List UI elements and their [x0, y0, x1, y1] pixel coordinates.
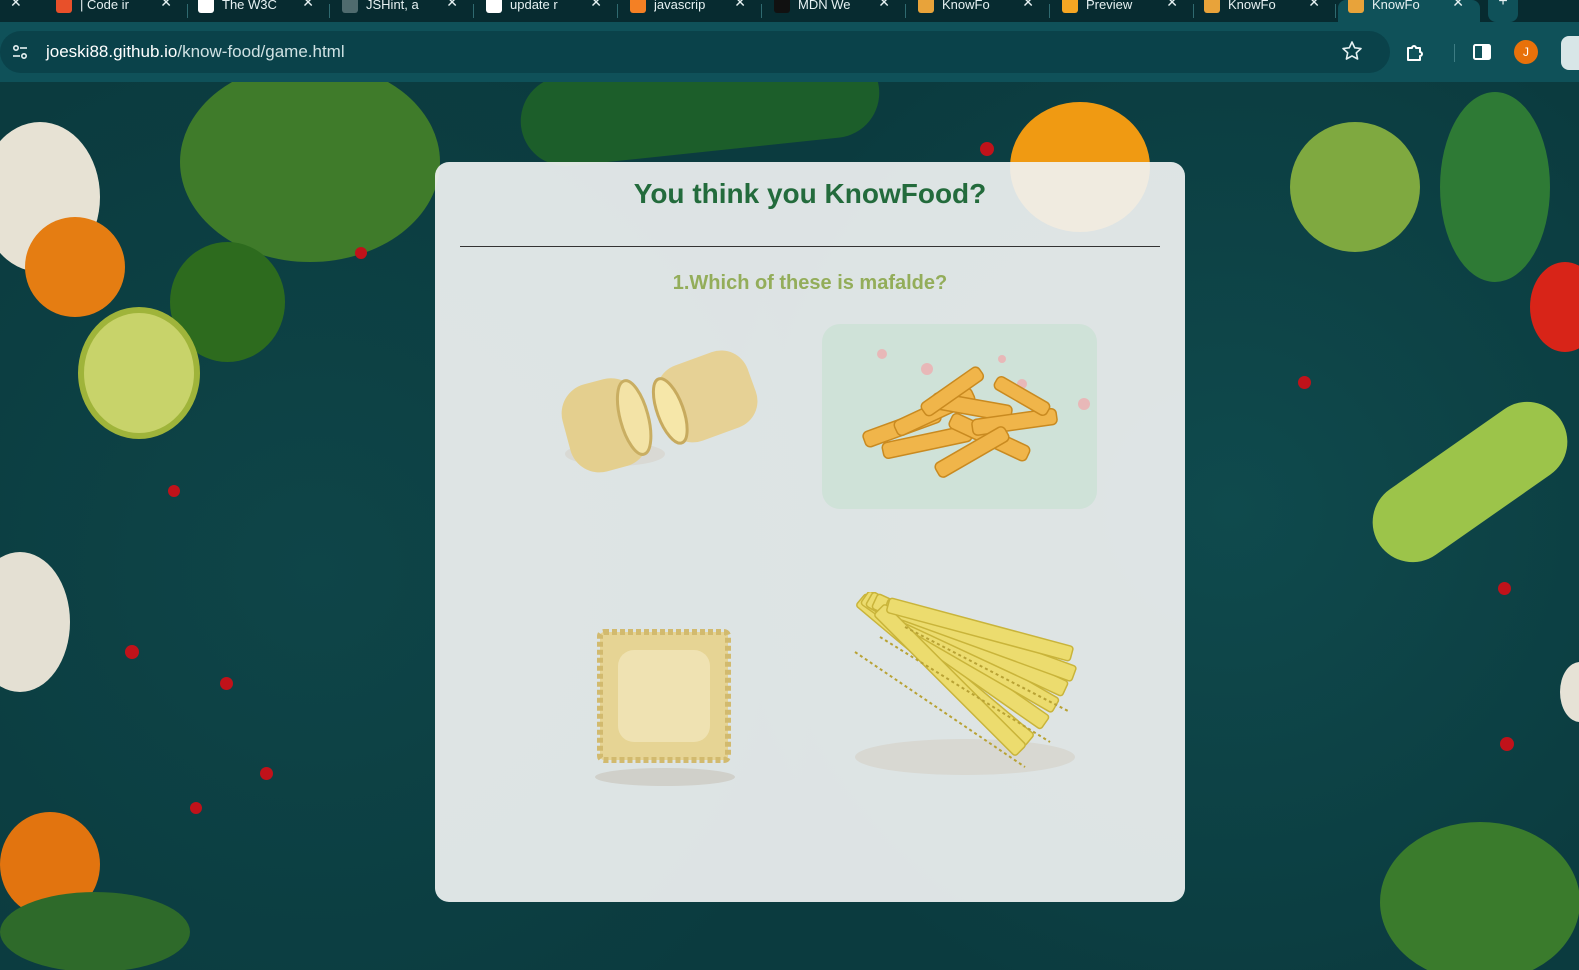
- tab-separator: [1049, 4, 1050, 18]
- toolbar-divider: [1454, 44, 1455, 62]
- browser-tab[interactable]: Preview ✕: [1052, 0, 1194, 22]
- tab-label: KnowFo: [942, 0, 990, 12]
- browser-tab[interactable]: update r ✕: [476, 0, 618, 22]
- tab-close-icon[interactable]: ✕: [302, 0, 314, 11]
- quiz-card: You think you KnowFood? 1.Which of these…: [435, 162, 1185, 902]
- tab-separator: [617, 4, 618, 18]
- tab-label: KnowFo: [1372, 0, 1420, 12]
- tab-separator: [473, 4, 474, 18]
- tab-label: MDN We: [798, 0, 851, 12]
- browser-tab[interactable]: JSHint, a ✕: [332, 0, 474, 22]
- browser-menu-edge[interactable]: [1561, 36, 1579, 70]
- tab-label: | Code ir: [80, 0, 129, 12]
- tab-separator: [1335, 4, 1336, 18]
- answer-choice-3[interactable]: [580, 622, 750, 792]
- browser-tab[interactable]: KnowFo ✕: [1338, 0, 1480, 22]
- browser-tab[interactable]: | Code ir ✕: [46, 0, 188, 22]
- tab-close-icon[interactable]: ✕: [1166, 0, 1178, 11]
- page-viewport: You think you KnowFood? 1.Which of these…: [0, 82, 1579, 970]
- burger-icon: [1348, 0, 1364, 13]
- tab-label: update r: [510, 0, 558, 12]
- extensions-puzzle-icon[interactable]: [1403, 40, 1427, 64]
- tab-close-icon[interactable]: ✕: [878, 0, 890, 11]
- tab-close-icon[interactable]: ✕: [1022, 0, 1034, 11]
- tab-close-icon[interactable]: ✕: [734, 0, 746, 11]
- browser-tab[interactable]: KnowFo ✕: [908, 0, 1050, 22]
- tab-separator: [761, 4, 762, 18]
- side-panel-icon[interactable]: [1470, 40, 1494, 64]
- title-divider: [460, 246, 1160, 247]
- url-host: joeski88.github.io: [46, 42, 178, 61]
- tab-separator: [905, 4, 906, 18]
- w3c-icon: [198, 0, 214, 13]
- url-text[interactable]: joeski88.github.io/know-food/game.html: [46, 42, 345, 62]
- tab-close-icon[interactable]: ✕: [160, 0, 172, 11]
- tab-close-icon[interactable]: ✕: [1308, 0, 1320, 11]
- close-icon[interactable]: ✕: [10, 0, 22, 11]
- penne-image: [822, 324, 1097, 509]
- jshint-icon: [342, 0, 358, 13]
- stackoverflow-icon: [630, 0, 646, 13]
- profile-avatar[interactable]: J: [1514, 40, 1538, 64]
- tab-close-icon[interactable]: ✕: [1452, 0, 1464, 11]
- tab-label: The W3C: [222, 0, 277, 12]
- browser-toolbar: joeski88.github.io/know-food/game.html J: [0, 22, 1579, 83]
- mdn-icon: [774, 0, 790, 13]
- tab-close-icon[interactable]: ✕: [590, 0, 602, 11]
- tab-strip: ✕ | Code ir ✕ The W3C ✕ JSHint, a ✕ update r ✕ j…: [0, 0, 1579, 22]
- codeanywhere-icon: [1062, 0, 1078, 13]
- browser-tab[interactable]: javascrip ✕: [620, 0, 762, 22]
- tab-close-icon[interactable]: ✕: [446, 0, 458, 11]
- paccheri-image: [561, 350, 758, 473]
- new-tab-button[interactable]: +: [1488, 0, 1518, 22]
- question-text: 1.Which of these is mafalde?: [672, 272, 948, 294]
- mafalde-image: [854, 592, 1077, 775]
- tab-separator: [329, 4, 330, 18]
- address-bar[interactable]: joeski88.github.io/know-food/game.html: [0, 31, 1390, 73]
- browser-tab[interactable]: KnowFo ✕: [1194, 0, 1336, 22]
- answer-choice-1[interactable]: [550, 334, 770, 504]
- page-title: You think you KnowFood?: [633, 178, 987, 209]
- tab-label: Preview: [1086, 0, 1133, 12]
- tab-label: KnowFo: [1228, 0, 1276, 12]
- bookmark-star-icon[interactable]: [1340, 39, 1364, 63]
- browser-tab[interactable]: The W3C ✕: [188, 0, 330, 22]
- url-path: /know-food/game.html: [177, 42, 345, 61]
- tab-label: JSHint, a: [366, 0, 419, 12]
- github-icon: [486, 0, 502, 13]
- burger-icon: [1204, 0, 1220, 13]
- answer-choice-4[interactable]: [825, 592, 1085, 802]
- answer-choice-2[interactable]: [822, 324, 1097, 509]
- site-info-icon[interactable]: [6, 38, 34, 66]
- ravioli-image: [595, 629, 735, 786]
- code-institute-icon: [56, 0, 72, 13]
- tab-label: javascrip: [654, 0, 706, 12]
- burger-icon: [918, 0, 934, 13]
- browser-tab[interactable]: MDN We ✕: [764, 0, 906, 22]
